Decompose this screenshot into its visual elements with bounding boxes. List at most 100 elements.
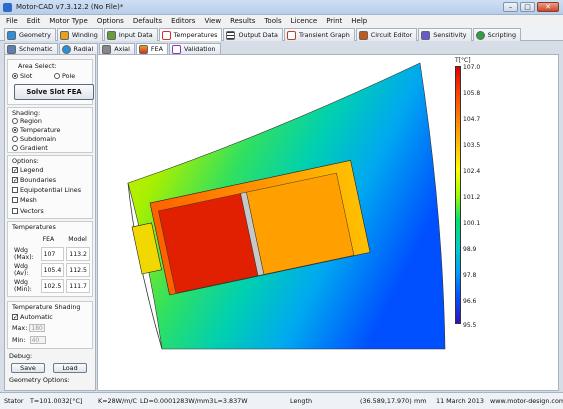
table-row: Wdg (Max): 107 113.2 — [12, 247, 90, 261]
shading-group: Shading: Region Temperature Subdomain Gr… — [7, 107, 93, 153]
tab-fea[interactable]: FEA — [135, 43, 168, 54]
sensitivity-icon — [421, 30, 431, 40]
radio-dot — [12, 136, 18, 142]
gradient-radio[interactable]: Gradient — [12, 144, 48, 152]
tab-radial[interactable]: Radial — [58, 43, 99, 54]
legend-tick: 103.5 — [463, 142, 481, 149]
check-icon: ✓ — [12, 177, 19, 184]
shading-label: Shading: — [12, 109, 41, 117]
temperature-shading-label: Temperature Shading — [12, 303, 81, 311]
save-button[interactable]: Save — [11, 363, 45, 373]
tab-output-data[interactable]: Output Data — [223, 28, 283, 41]
output-data-icon — [226, 30, 236, 40]
status-date: 11 March 2013 — [436, 397, 484, 405]
tab-temperatures[interactable]: Temperatures — [158, 28, 223, 41]
options-group: Options: ✓ Legend ✓ Boundaries Equipotenti… — [7, 155, 93, 219]
tab-circuit-editor[interactable]: Circuit Editor — [355, 28, 418, 41]
close-button[interactable]: ✕ — [537, 2, 559, 12]
menu-tools[interactable]: Tools — [264, 17, 281, 25]
debug-label: Debug: — [9, 352, 33, 360]
tab-geometry[interactable]: Geometry — [4, 28, 56, 41]
max-input[interactable]: 180 — [29, 324, 46, 332]
tab-axial[interactable]: Axial — [99, 43, 135, 54]
slot-radio[interactable]: Slot — [12, 72, 32, 80]
menu-help[interactable]: Help — [351, 17, 367, 25]
menu-defaults[interactable]: Defaults — [133, 17, 162, 25]
radio-dot — [54, 73, 60, 79]
menu-bar: File Edit Motor Type Options Defaults Ed… — [0, 15, 563, 27]
temperature-legend: T[°C] 107.0 105.8 104.7 103.5 102.4 101.… — [455, 57, 491, 329]
title-bar: Motor-CAD v7.3.12.2 (No File)* – □ ✕ — [0, 0, 563, 15]
load-button[interactable]: Load — [53, 363, 87, 373]
geometry-options-label: Geometry Options: — [9, 376, 70, 384]
pole-radio[interactable]: Pole — [54, 72, 75, 80]
legend-tick: 104.7 — [463, 116, 481, 123]
radio-dot — [12, 145, 18, 151]
radial-icon — [61, 44, 71, 54]
radio-dot — [12, 73, 18, 79]
scripting-icon — [475, 30, 485, 40]
thermometer-icon — [161, 30, 171, 40]
menu-options[interactable]: Options — [97, 17, 124, 25]
tab-validation[interactable]: Validation — [168, 43, 221, 54]
vectors-checkbox[interactable]: Vectors — [12, 207, 44, 215]
automatic-checkbox[interactable]: ✓ Automatic — [12, 313, 53, 321]
circuit-icon — [358, 30, 368, 40]
menu-file[interactable]: File — [6, 17, 18, 25]
temperature-radio[interactable]: Temperature — [12, 126, 60, 134]
legend-color-bar — [455, 66, 461, 324]
checkbox-box — [12, 197, 18, 203]
tab-winding[interactable]: Winding — [56, 28, 103, 41]
area-select-label: Area Select: — [18, 62, 57, 70]
menu-print[interactable]: Print — [326, 17, 342, 25]
menu-results[interactable]: Results — [230, 17, 255, 25]
legend-checkbox[interactable]: ✓ Legend — [12, 166, 43, 174]
status-bar: Stator T=101.0032[°C] K=28W/m/C LD=0.000… — [0, 392, 563, 409]
status-loss-density: LD=0.0001283W/mm3 — [140, 397, 214, 405]
validation-icon — [171, 44, 181, 54]
region-radio[interactable]: Region — [12, 117, 42, 125]
fea-canvas[interactable]: T[°C] 107.0 105.8 104.7 103.5 102.4 101.… — [97, 54, 559, 391]
status-temperature: T=101.0032[°C] — [30, 397, 83, 405]
geometry-icon — [7, 30, 16, 40]
menu-licence[interactable]: Licence — [291, 17, 318, 25]
temperatures-label: Temperatures — [12, 223, 56, 231]
subdomain-radio[interactable]: Subdomain — [12, 135, 56, 143]
tab-scripting[interactable]: Scripting — [472, 28, 521, 41]
temperatures-group: Temperatures FEA Model Wdg (Max): 107 113.2… — [7, 221, 93, 297]
maximize-button[interactable]: □ — [520, 2, 535, 12]
tab-transient-graph[interactable]: Transient Graph — [283, 28, 355, 41]
tab-sensitivity[interactable]: Sensitivity — [418, 28, 472, 41]
legend-tick: 95.5 — [463, 322, 477, 329]
status-length-label: Length — [290, 397, 313, 405]
minimize-button[interactable]: – — [503, 2, 518, 12]
boundaries-checkbox[interactable]: ✓ Boundaries — [12, 176, 56, 184]
max-field-row: Max: 180 — [12, 324, 46, 332]
mesh-checkbox[interactable]: Mesh — [12, 196, 37, 204]
menu-motor-type[interactable]: Motor Type — [49, 17, 88, 25]
axial-icon — [102, 44, 112, 54]
main-tab-bar: Geometry Winding Input Data Temperatures… — [0, 27, 563, 41]
temperature-shading-group: Temperature Shading ✓ Automatic Max: 180 … — [7, 301, 93, 349]
options-label: Options: — [12, 157, 39, 165]
legend-tick: 96.6 — [463, 298, 477, 305]
status-website: www.motor-design.com — [490, 397, 563, 405]
min-input[interactable]: 40 — [29, 336, 46, 344]
legend-tick: 101.2 — [463, 194, 481, 201]
menu-view[interactable]: View — [204, 17, 221, 25]
status-conductivity: K=28W/m/C — [98, 397, 137, 405]
tab-schematic[interactable]: Schematic — [4, 43, 58, 54]
sub-tab-bar: Schematic Radial Axial FEA Validation — [4, 42, 559, 54]
status-region: Stator — [4, 397, 24, 405]
schematic-icon — [7, 44, 16, 54]
graph-icon — [286, 30, 296, 40]
menu-edit[interactable]: Edit — [27, 17, 41, 25]
winding-icon — [59, 30, 69, 40]
tab-input-data[interactable]: Input Data — [103, 28, 158, 41]
solve-slot-fea-button[interactable]: Solve Slot FEA — [14, 84, 94, 100]
equipotential-lines-checkbox[interactable]: Equipotential Lines — [12, 186, 81, 194]
menu-editors[interactable]: Editors — [171, 17, 195, 25]
checkbox-box — [12, 208, 18, 214]
legend-tick: 100.1 — [463, 220, 481, 227]
radio-dot — [12, 127, 18, 133]
